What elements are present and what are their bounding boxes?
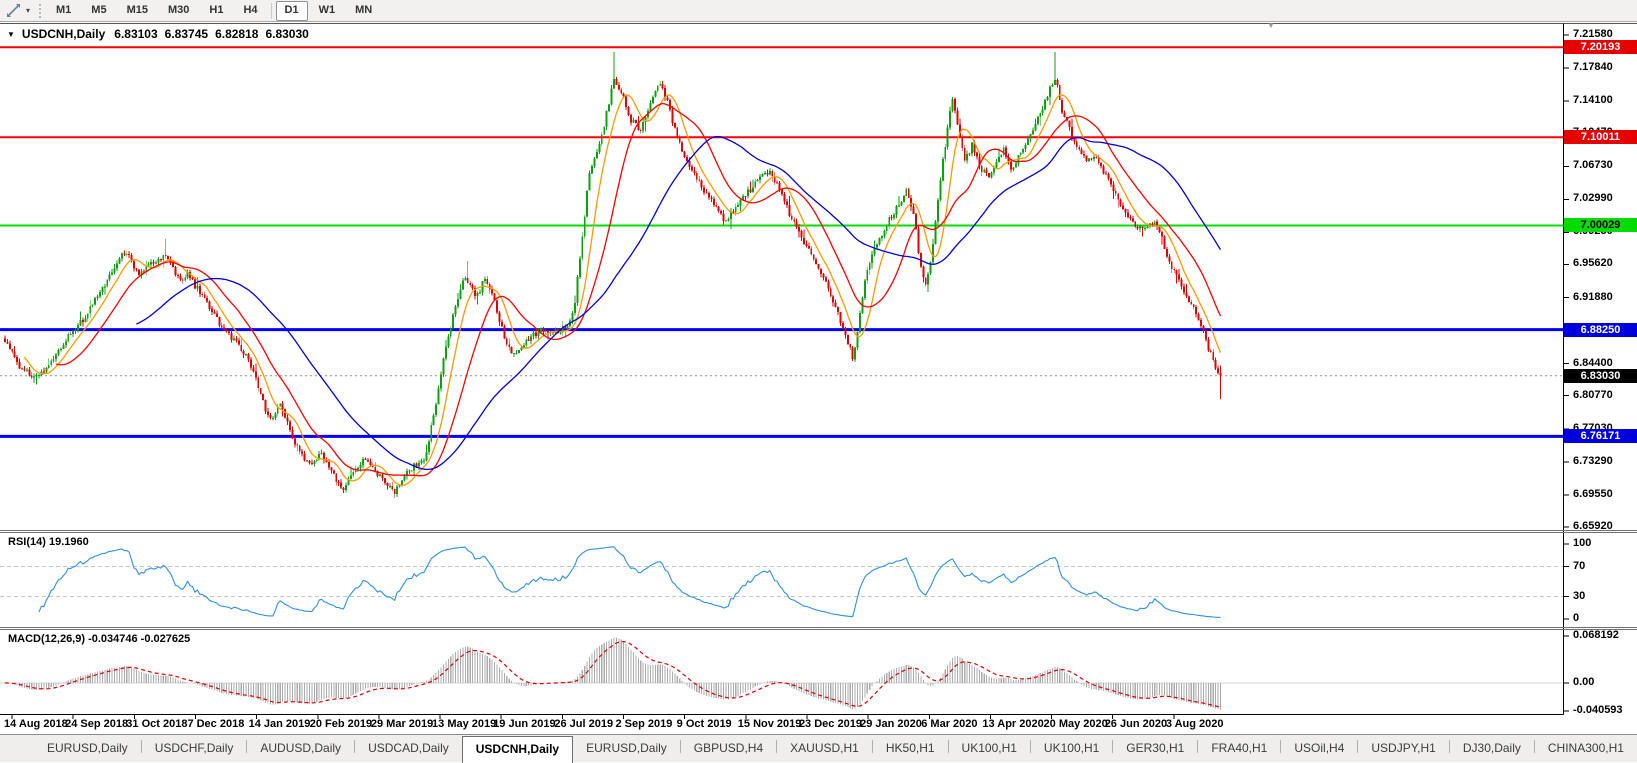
toolbar-separator [271,3,272,19]
macd-axis-tick: 0.00 [1573,676,1594,688]
timeframe-button-m15[interactable]: M15 [118,1,157,21]
price-line-badge: 6.76171 [1564,429,1637,443]
timeframe-button-group: M1M5M15M30H1H4 D1W1MN [46,1,382,21]
tab-fra40-h1[interactable]: FRA40,H1 [1198,737,1280,762]
date-axis-label: 14 Aug 2018 [4,718,68,730]
candles [4,52,1222,498]
horizontal-lines[interactable] [0,47,1564,436]
rsi-level-lines [0,567,1564,597]
cursor-tool-dropdown-icon[interactable]: ▾ [22,6,34,15]
tab-china300-h1[interactable]: CHINA300,H1 [1535,737,1637,762]
date-axis-label: 24 Sep 2018 [65,718,128,730]
tab-hk50-h1[interactable]: HK50,H1 [873,737,948,762]
date-axis-label: 20 May 2020 [1044,718,1108,730]
date-axis-label: 9 Oct 2019 [677,718,732,730]
price-axis-tick: 6.95620 [1573,257,1613,269]
date-axis-label: 19 Jun 2019 [493,718,555,730]
tab-gbpusd-h4[interactable]: GBPUSD,H4 [681,737,776,762]
date-axis-label: 20 Feb 2019 [310,718,372,730]
price-line-badge: 7.00029 [1564,218,1637,232]
ohlc-close: 6.83030 [265,27,308,41]
timeframe-button-m30[interactable]: M30 [159,1,198,21]
price-axis-tick: 6.91880 [1573,291,1613,303]
tab-usoil-h4[interactable]: USOil,H4 [1281,737,1357,762]
date-axis-label: 31 Oct 2018 [126,718,187,730]
date-axis-label: 15 Nov 2019 [738,718,802,730]
date-axis-label: 13 May 2019 [432,718,496,730]
tab-ger30-h1[interactable]: GER30,H1 [1113,737,1197,762]
tab-usdcnh-daily[interactable]: USDCNH,Daily [462,736,573,763]
date-axis-label: 6 Mar 2020 [921,718,977,730]
tab-audusd-daily[interactable]: AUDUSD,Daily [247,737,354,762]
tab-eurusd-daily[interactable]: EURUSD,Daily [34,737,141,762]
timeframe-button-m1[interactable]: M1 [47,1,80,21]
rsi-axis-tick: 70 [1573,560,1585,572]
price-axis-tick: 7.21580 [1573,28,1613,40]
price-axis-tick: 6.84400 [1573,357,1613,369]
price-line-badge: 6.88250 [1564,323,1637,337]
ma-line-slow [136,137,1220,470]
current-price-badge: 6.83030 [1564,369,1637,383]
price-axis-tick: 7.17840 [1573,61,1613,73]
price-axis-tick: 7.06730 [1573,159,1613,171]
price-axis-tick: 6.80770 [1573,389,1613,401]
tab-uk100-h1[interactable]: UK100,H1 [949,737,1030,762]
cursor-tool-icon[interactable] [4,3,22,19]
date-axis-label: 26 Jul 2019 [554,718,613,730]
tab-eurusd-daily[interactable]: EURUSD,Daily [573,737,680,762]
tab-usdjpy-h1[interactable]: USDJPY,H1 [1358,737,1448,762]
tab-uk100-h1[interactable]: UK100,H1 [1031,737,1112,762]
scroll-to-end-marker[interactable]: ▼ [1267,21,1275,30]
chart-title: ▼ USDCNH,Daily 6.83103 6.83745 6.82818 6… [7,27,309,41]
price-axis-tick: 6.65920 [1573,520,1613,532]
symbol-tab-bar: EURUSD,DailyUSDCHF,DailyAUDUSD,DailyUSDC… [0,734,1637,762]
timeframe-button-w1[interactable]: W1 [310,1,345,21]
price-axis-tick: 7.14100 [1573,94,1613,106]
toolbar-grip [39,4,41,18]
chart-menu-icon[interactable]: ▼ [7,30,15,39]
ohlc-high: 6.83745 [165,27,208,41]
rsi-axis-tick: 0 [1573,612,1579,624]
date-axis-label: 2 Sep 2019 [616,718,673,730]
tab-usdchf-daily[interactable]: USDCHF,Daily [142,737,247,762]
date-axis-label: 14 Jan 2019 [249,718,311,730]
date-axis-label: 26 Jun 2020 [1105,718,1167,730]
macd-histogram [5,638,1221,710]
macd-axis-tick: 0.068192 [1573,629,1619,641]
price-axis-tick: 6.69550 [1573,488,1613,500]
timeframe-button-m5[interactable]: M5 [82,1,115,21]
price-axis-tick: 6.73290 [1573,455,1613,467]
tab-dj30-daily[interactable]: DJ30,Daily [1450,737,1534,762]
tab-usdcad-daily[interactable]: USDCAD,Daily [355,737,462,762]
price-line-badge: 7.10011 [1564,130,1637,144]
price-line-badge: 7.20193 [1564,40,1637,54]
date-axis-label: 29 Mar 2019 [371,718,433,730]
chart-symbol-label: USDCNH,Daily [22,27,105,41]
timeframe-button-h1[interactable]: H1 [200,1,232,21]
tab-xauusd-h1[interactable]: XAUUSD,H1 [777,737,872,762]
ma-line-mid [56,104,1220,476]
date-axis-label: 7 Dec 2018 [187,718,244,730]
top-toolbar: ▾ M1M5M15M30H1H4 D1W1MN [0,0,1637,22]
date-axis-label: 13 Apr 2020 [982,718,1043,730]
ma-line-fast [24,95,1220,486]
date-axis-label: 23 Dec 2019 [799,718,862,730]
macd-panel-label: MACD(12,26,9) -0.034746 -0.027625 [8,633,190,645]
timeframe-button-h4[interactable]: H4 [234,1,266,21]
rsi-axis-tick: 100 [1573,537,1591,549]
ohlc-open: 6.83103 [114,27,157,41]
price-axis-tick: 7.02990 [1573,192,1613,204]
timeframe-button-d1[interactable]: D1 [276,1,308,21]
macd-axis-tick: -0.040593 [1573,704,1623,716]
rsi-axis-tick: 30 [1573,590,1585,602]
date-axis-label: 29 Jan 2020 [860,718,922,730]
rsi-line [39,547,1221,618]
timeframe-button-mn[interactable]: MN [346,1,381,21]
chart-canvas[interactable] [0,0,1637,762]
rsi-panel-label: RSI(14) 19.1960 [8,536,89,548]
ohlc-low: 6.82818 [215,27,258,41]
date-axis-label: 3 Aug 2020 [1166,718,1224,730]
